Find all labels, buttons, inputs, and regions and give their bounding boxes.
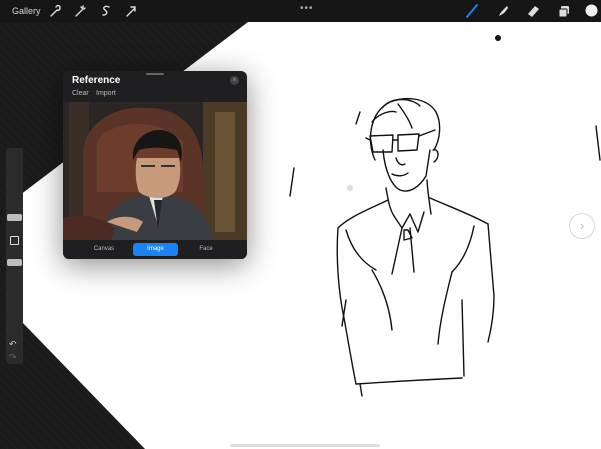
left-sidebar: ↶ ↷	[6, 148, 23, 364]
transform-icon[interactable]	[124, 3, 138, 19]
brush-icon[interactable]	[465, 3, 479, 19]
undo-icon[interactable]: ↶	[9, 339, 17, 350]
adjustments-icon[interactable]	[73, 3, 87, 19]
top-toolbar: Gallery •••	[0, 0, 601, 22]
reference-image	[63, 102, 247, 240]
clear-button[interactable]: Clear	[72, 90, 89, 97]
more-dots-icon[interactable]: •••	[300, 1, 314, 17]
reference-mode-tabs: Canvas Image Face	[63, 241, 247, 259]
tab-canvas[interactable]: Canvas	[85, 243, 123, 256]
eraser-icon[interactable]	[526, 3, 540, 19]
smudge-icon[interactable]	[496, 3, 510, 19]
tab-face[interactable]: Face	[187, 243, 225, 256]
color-swatch[interactable]	[585, 4, 598, 20]
chevron-right-icon[interactable]: ›	[569, 213, 595, 239]
reference-title: Reference	[72, 75, 121, 86]
brush-size-slider[interactable]	[7, 214, 22, 221]
selection-icon[interactable]	[99, 3, 113, 19]
redo-icon[interactable]: ↷	[9, 352, 17, 363]
panel-grabber[interactable]	[146, 73, 164, 75]
wrench-icon[interactable]	[48, 3, 62, 19]
import-button[interactable]: Import	[96, 90, 116, 97]
reference-panel[interactable]: Reference × Clear Import Canvas Image Fa…	[63, 71, 247, 259]
opacity-slider[interactable]	[7, 259, 22, 266]
modify-button[interactable]	[10, 236, 19, 245]
tab-image[interactable]: Image	[133, 243, 178, 256]
close-icon[interactable]: ×	[230, 76, 239, 85]
gallery-button[interactable]: Gallery	[12, 3, 41, 19]
procreate-screen: Gallery ••• ↶ ↷ Reference × Clear Import…	[0, 0, 601, 449]
layers-icon[interactable]	[557, 3, 571, 19]
home-indicator	[230, 444, 380, 447]
